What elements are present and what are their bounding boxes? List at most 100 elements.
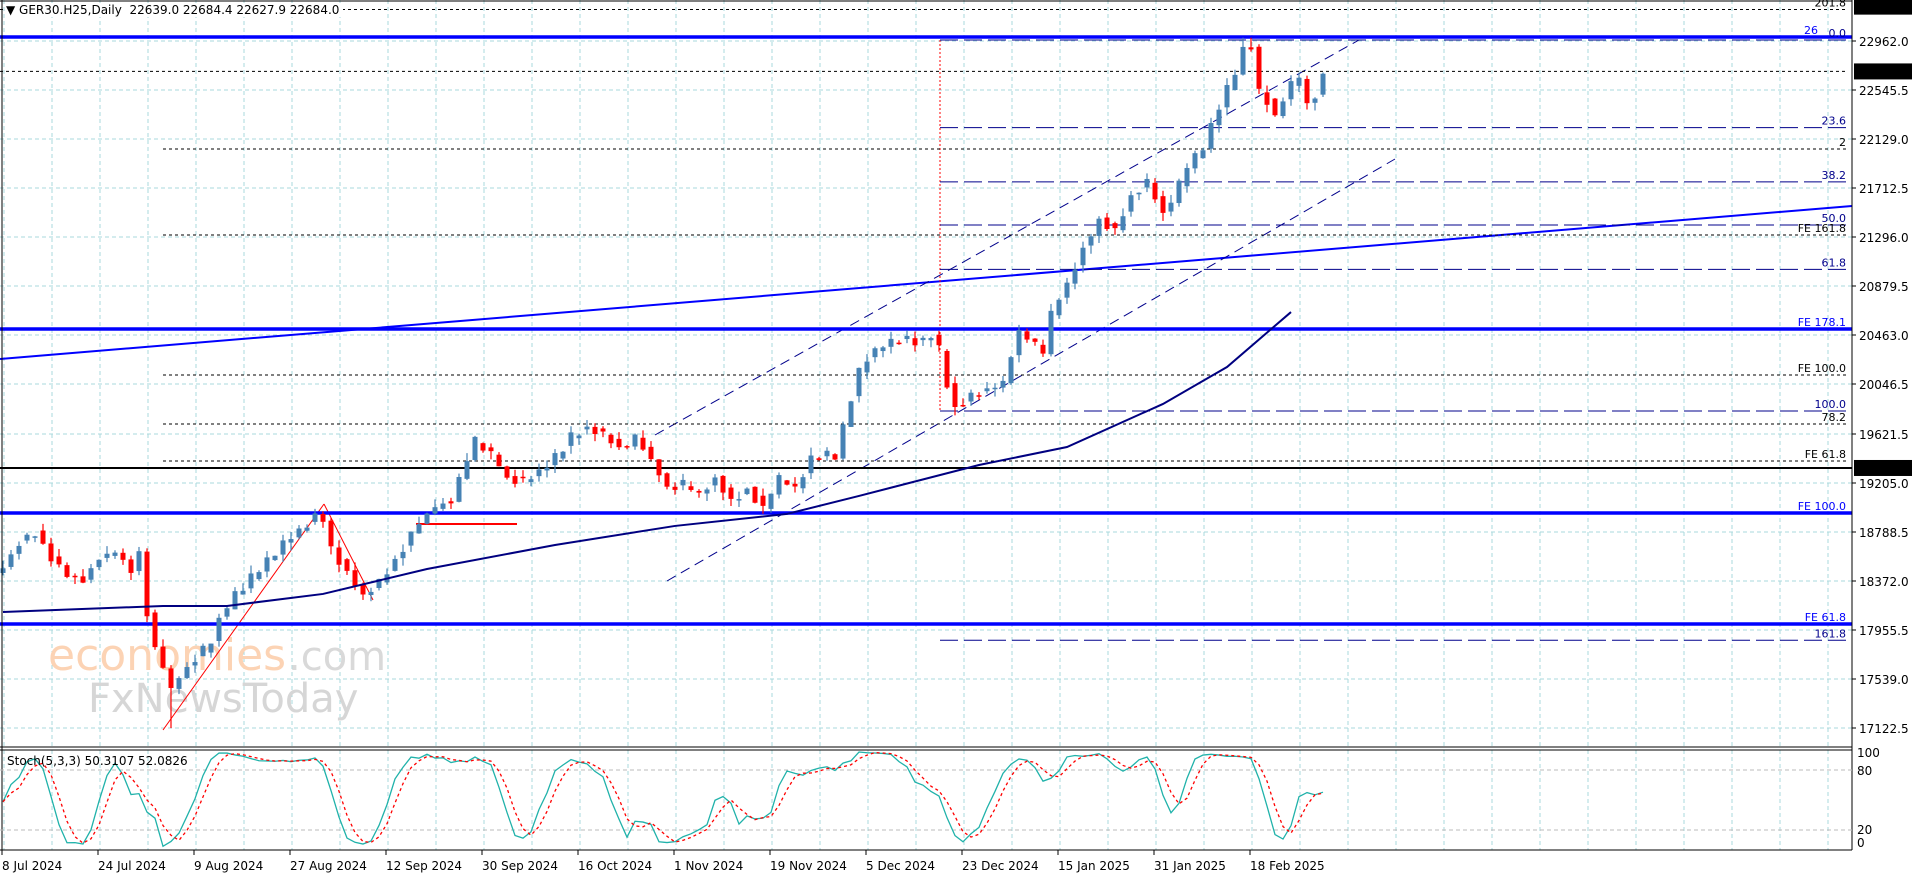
candle-body xyxy=(152,612,158,648)
candle-body xyxy=(464,461,470,479)
thick-level-label: FE 100.0 xyxy=(1798,500,1846,513)
candle-body xyxy=(712,477,718,486)
candle-body xyxy=(320,513,326,522)
candle xyxy=(96,559,102,571)
x-tick-label: 30 Sep 2024 xyxy=(482,859,558,873)
candle xyxy=(80,569,86,584)
candle xyxy=(72,573,78,585)
candle-body xyxy=(1216,109,1222,126)
candle-body xyxy=(1256,46,1262,89)
candle xyxy=(536,463,542,482)
candle-body xyxy=(496,454,502,467)
candle xyxy=(1144,173,1150,193)
candle-body xyxy=(1016,330,1022,356)
stoch-axis-label: 0 xyxy=(1857,836,1865,850)
candle-body xyxy=(208,643,214,653)
candle xyxy=(664,472,670,490)
candle xyxy=(520,470,526,483)
candle-body xyxy=(600,428,606,432)
candle xyxy=(568,426,574,454)
candle-body xyxy=(624,446,630,448)
thick-level-label: FE 178.1 xyxy=(1798,316,1846,329)
candle xyxy=(104,546,110,563)
candle xyxy=(1136,192,1142,201)
candle xyxy=(840,421,846,461)
candle-body xyxy=(48,543,54,562)
candle-body xyxy=(1128,195,1134,212)
x-tick-label: 31 Jan 2025 xyxy=(1154,859,1226,873)
candle xyxy=(248,565,254,594)
candle-body xyxy=(1096,218,1102,236)
x-tick-label: 9 Aug 2024 xyxy=(194,859,263,873)
candle xyxy=(64,562,70,579)
y-tick-label: 17955.5 xyxy=(1859,624,1909,638)
candle xyxy=(488,443,494,460)
candle-body xyxy=(448,501,454,504)
candle-body xyxy=(568,432,574,446)
watermark-logo: economies xyxy=(48,630,286,681)
candle xyxy=(1104,213,1110,231)
candle xyxy=(760,488,766,514)
candle-body xyxy=(952,383,958,408)
candle xyxy=(1176,178,1182,207)
candle-body xyxy=(632,434,638,447)
x-tick-label: 5 Dec 2024 xyxy=(866,859,935,873)
candle xyxy=(24,532,30,544)
candle xyxy=(32,535,38,543)
x-tick-label: 23 Dec 2024 xyxy=(962,859,1039,873)
candle-body xyxy=(1288,81,1294,100)
candle xyxy=(0,560,6,576)
candle xyxy=(16,541,22,560)
candle-body xyxy=(128,559,134,573)
candle xyxy=(672,482,678,495)
candle xyxy=(112,550,118,559)
candle xyxy=(648,441,654,461)
candle-body xyxy=(480,443,486,451)
candle-body xyxy=(96,559,102,568)
x-tick-label: 12 Sep 2024 xyxy=(386,859,462,873)
y-tick-label: 19205.0 xyxy=(1859,477,1909,491)
candle-body xyxy=(112,552,118,556)
fib-level-label: 0.0 xyxy=(1829,27,1847,40)
candle xyxy=(544,460,550,478)
candle xyxy=(960,398,966,407)
candle-body xyxy=(616,438,622,448)
candle-body xyxy=(1272,98,1278,116)
candle-body xyxy=(336,547,342,565)
candle xyxy=(752,486,758,504)
candle-body xyxy=(936,334,942,346)
candle-body xyxy=(552,453,558,466)
candle-body xyxy=(688,486,694,490)
candle xyxy=(1096,216,1102,243)
candle-body xyxy=(1112,223,1118,229)
y-tick-label: 20879.5 xyxy=(1859,280,1909,294)
fib-level-label: 161.8 xyxy=(1815,627,1847,640)
candle-body xyxy=(8,554,14,567)
candle-body xyxy=(1064,282,1070,298)
candle-body xyxy=(1056,299,1062,316)
y-tick-label: 22545.5 xyxy=(1859,84,1909,98)
candle xyxy=(776,472,782,499)
candle-body xyxy=(272,555,278,561)
candle-body xyxy=(352,570,358,587)
candle xyxy=(1280,97,1286,119)
x-tick-label: 24 Jul 2024 xyxy=(98,859,166,873)
candle-body xyxy=(992,387,998,390)
candle-body xyxy=(256,572,262,580)
y-tick-label: 19621.5 xyxy=(1859,428,1909,442)
candle xyxy=(408,531,414,552)
candle-body xyxy=(872,348,878,358)
candle-body xyxy=(560,451,566,459)
candle xyxy=(560,451,566,462)
candle-body xyxy=(456,477,462,502)
candle xyxy=(152,609,158,650)
candle xyxy=(704,487,710,501)
candle xyxy=(392,555,398,572)
candle xyxy=(1000,375,1006,393)
watermark-logo: .com xyxy=(288,634,386,680)
triangle-down-icon[interactable]: ▼ xyxy=(6,3,19,17)
candle xyxy=(600,426,606,438)
candle-body xyxy=(768,493,774,509)
price-chart[interactable]: 22962.0 22545.5 22129.0 21712.5 21296.0 20879… xyxy=(0,0,1916,874)
y-tick-label: 18372.0 xyxy=(1859,575,1909,589)
